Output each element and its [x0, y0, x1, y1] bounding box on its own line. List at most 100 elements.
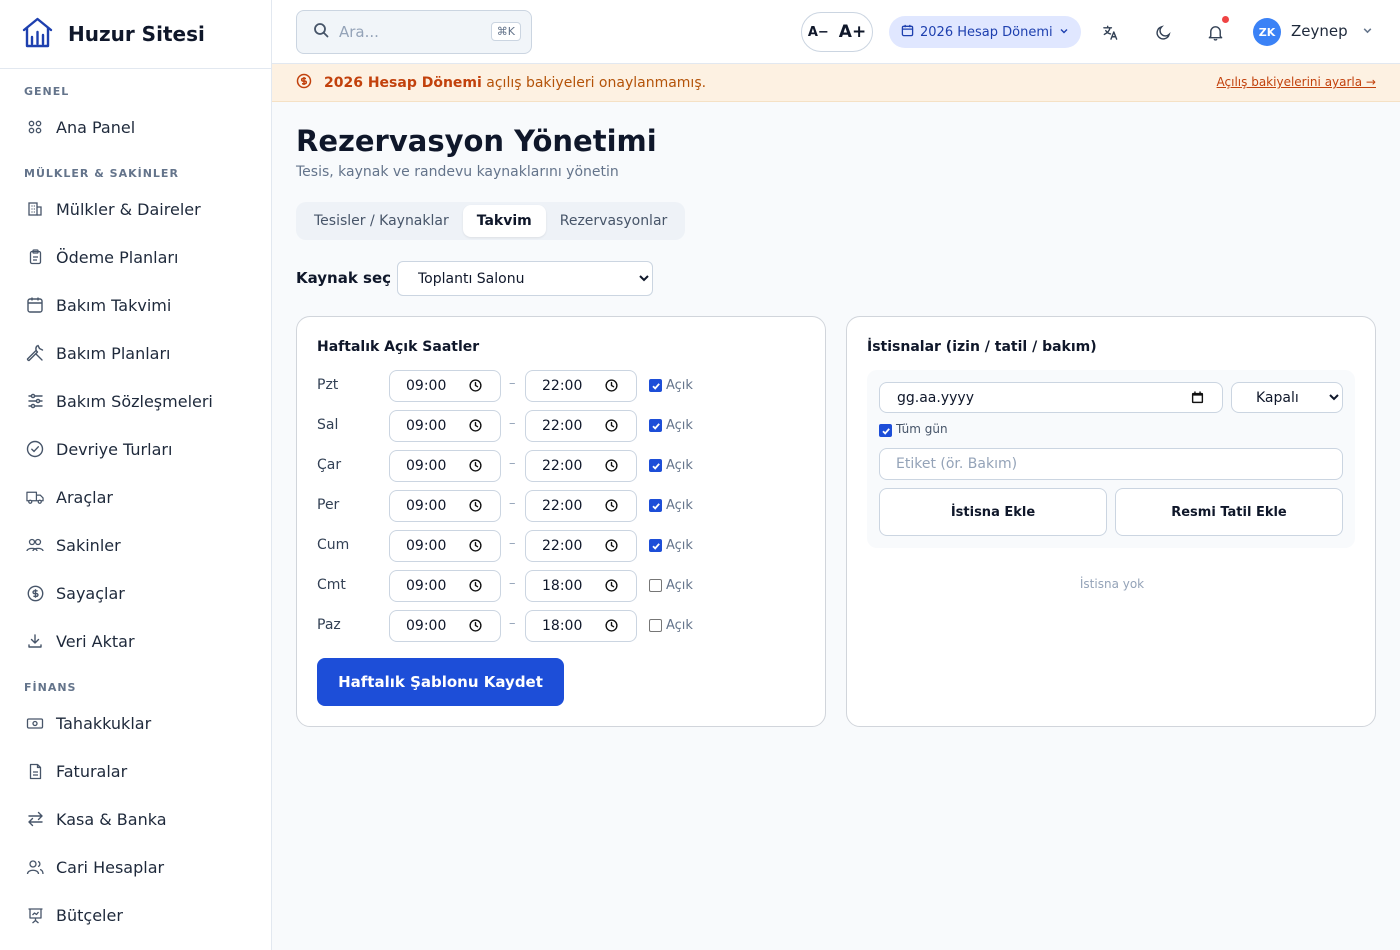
time-separator: – [509, 536, 516, 551]
clock-icon[interactable] [469, 379, 482, 396]
start-time-input[interactable]: 09:00 [389, 370, 501, 402]
moon-icon[interactable] [1151, 20, 1175, 44]
sidebar-item-tahakkuklar[interactable]: Tahakkuklar [0, 699, 271, 747]
check-circle-icon [26, 440, 44, 458]
font-decrease-button[interactable]: A− [808, 25, 829, 40]
clock-icon[interactable] [469, 459, 482, 476]
sidebar-item-sayaclar[interactable]: Sayaçlar [0, 569, 271, 617]
end-time-input[interactable]: 22:00 [525, 530, 637, 562]
end-time-input[interactable]: 22:00 [525, 450, 637, 482]
clock-icon[interactable] [605, 539, 618, 556]
weekday-row: Paz 09:00 – 18:00 Açık [317, 610, 797, 642]
weekday-label: Cum [317, 537, 350, 553]
font-increase-button[interactable]: A+ [839, 22, 866, 42]
calendar-icon[interactable] [1191, 391, 1204, 408]
open-checkbox[interactable] [649, 579, 662, 592]
open-checkbox[interactable] [649, 539, 662, 552]
clock-icon[interactable] [605, 419, 618, 436]
sidebar-item-label: Cari Hesaplar [56, 857, 165, 877]
clock-icon[interactable] [469, 419, 482, 436]
clock-icon[interactable] [605, 499, 618, 516]
resource-select[interactable]: Toplantı Salonu [397, 261, 653, 296]
search-box[interactable]: Ara... ⌘K [296, 10, 532, 54]
tab-facilities[interactable]: Tesisler / Kaynaklar [300, 205, 463, 237]
add-public-holiday-button[interactable]: Resmi Tatil Ekle [1115, 488, 1343, 536]
brand[interactable]: Huzur Sitesi [0, 0, 271, 69]
end-time-input[interactable]: 18:00 [525, 610, 637, 642]
sidebar: Huzur Sitesi GENEL Ana Panel MÜLKLER & SAK… [0, 0, 272, 950]
set-opening-balances-link[interactable]: Açılış bakiyelerini ayarla → [1217, 75, 1376, 89]
start-time-input[interactable]: 09:00 [389, 450, 501, 482]
truck-icon [26, 488, 44, 506]
clock-icon[interactable] [469, 579, 482, 596]
open-label: Açık [666, 618, 693, 633]
tab-calendar[interactable]: Takvim [462, 205, 546, 237]
download-icon [26, 632, 44, 650]
sidebar-item-faturalar[interactable]: Faturalar [0, 747, 271, 795]
clock-icon[interactable] [605, 459, 618, 476]
clock-icon[interactable] [469, 499, 482, 516]
user-menu[interactable]: Zeynep [1291, 22, 1373, 40]
time-separator: – [509, 496, 516, 511]
sidebar-item-mulkler-daireler[interactable]: Mülkler & Daireler [0, 185, 271, 233]
search-placeholder[interactable]: Ara... [339, 23, 379, 41]
start-time-input[interactable]: 09:00 [389, 610, 501, 642]
sidebar-section-title: GENEL [24, 85, 70, 98]
start-time-input[interactable]: 09:00 [389, 490, 501, 522]
sidebar-item-veri-aktar[interactable]: Veri Aktar [0, 617, 271, 665]
sidebar-item-bakim-takvimi[interactable]: Bakım Takvimi [0, 281, 271, 329]
end-time-input[interactable]: 22:00 [525, 410, 637, 442]
period-selector[interactable]: 2026 Hesap Dönemi [889, 16, 1081, 48]
exception-state-select[interactable]: Kapalı [1231, 382, 1343, 413]
sidebar-item-araclar[interactable]: Araçlar [0, 473, 271, 521]
clock-icon[interactable] [469, 619, 482, 636]
clock-icon[interactable] [469, 539, 482, 556]
sidebar-item-kasa-banka[interactable]: Kasa & Banka [0, 795, 271, 843]
all-day-checkbox[interactable] [879, 424, 892, 437]
sidebar-item-sakinler[interactable]: Sakinler [0, 521, 271, 569]
end-time-input[interactable]: 18:00 [525, 570, 637, 602]
end-time-input[interactable]: 22:00 [525, 370, 637, 402]
avatar[interactable]: ZK [1253, 18, 1281, 46]
start-time-input[interactable]: 09:00 [389, 410, 501, 442]
clock-icon[interactable] [605, 579, 618, 596]
sidebar-item-odeme-planlari[interactable]: Ödeme Planları [0, 233, 271, 281]
search-shortcut: ⌘K [490, 22, 521, 41]
open-label: Açık [666, 418, 693, 433]
sidebar-item-butceler[interactable]: Bütçeler [0, 891, 271, 939]
open-checkbox[interactable] [649, 499, 662, 512]
time-separator: – [509, 376, 516, 391]
weekly-hours-title: Haftalık Açık Saatler [317, 339, 480, 355]
sidebar-item-ana-panel[interactable]: Ana Panel [0, 103, 271, 151]
save-weekly-template-button[interactable]: Haftalık Şablonu Kaydet [317, 658, 564, 706]
sidebar-item-cari-hesaplar[interactable]: Cari Hesaplar [0, 843, 271, 891]
clock-icon[interactable] [605, 379, 618, 396]
bell-icon[interactable] [1203, 16, 1229, 44]
translate-icon[interactable] [1098, 20, 1122, 44]
end-time-value: 18:00 [542, 578, 583, 594]
period-label: 2026 Hesap Dönemi [920, 24, 1053, 40]
open-checkbox[interactable] [649, 419, 662, 432]
sidebar-item-devriye-turlari[interactable]: Devriye Turları [0, 425, 271, 473]
tab-reservations[interactable]: Rezervasyonlar [546, 205, 682, 237]
start-time-input[interactable]: 09:00 [389, 570, 501, 602]
add-exception-button[interactable]: İstisna Ekle [879, 488, 1107, 536]
dollar-circle-icon [296, 73, 312, 93]
exception-label-input[interactable] [879, 448, 1343, 480]
sidebar-item-label: Devriye Turları [56, 439, 173, 459]
start-time-input[interactable]: 09:00 [389, 530, 501, 562]
banner-text: açılış bakiyeleri onaylanmamış. [481, 74, 707, 91]
end-time-input[interactable]: 22:00 [525, 490, 637, 522]
open-checkbox[interactable] [649, 379, 662, 392]
sidebar-item-bakim-sozlesmeleri[interactable]: Bakım Sözleşmeleri [0, 377, 271, 425]
open-checkbox[interactable] [649, 459, 662, 472]
clock-icon[interactable] [605, 619, 618, 636]
brand-name: Huzur Sitesi [68, 22, 205, 46]
sidebar-item-bakim-planlari[interactable]: Bakım Planları [0, 329, 271, 377]
weekday-row: Cum 09:00 – 22:00 Açık [317, 530, 797, 562]
sidebar-item-label: Sakinler [56, 535, 121, 555]
weekday-label: Çar [317, 457, 342, 473]
weekday-row: Çar 09:00 – 22:00 Açık [317, 450, 797, 482]
exception-date-input[interactable]: gg.aa.yyyy [879, 382, 1223, 413]
open-checkbox[interactable] [649, 619, 662, 632]
